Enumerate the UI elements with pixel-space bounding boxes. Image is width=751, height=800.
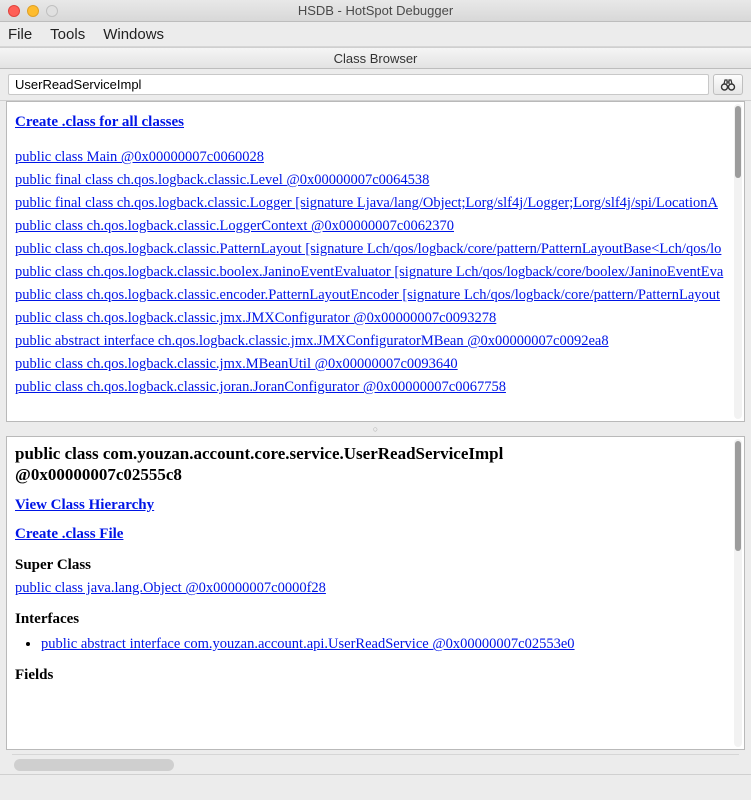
class-link[interactable]: public class Main @0x00000007c0060028 [15,149,264,165]
scrollbar-vertical[interactable] [734,439,742,747]
class-detail-pane[interactable]: public class com.youzan.account.core.ser… [6,436,745,750]
interface-list-item: public abstract interface com.youzan.acc… [41,636,719,653]
class-list-item: public class ch.qos.logback.classic.Patt… [15,241,745,258]
super-class-link[interactable]: public class java.lang.Object @0x0000000… [15,580,326,596]
menu-tools[interactable]: Tools [50,26,85,43]
class-link[interactable]: public class ch.qos.logback.classic.Logg… [15,218,454,234]
class-link[interactable]: public final class ch.qos.logback.classi… [15,195,718,211]
class-link[interactable]: public class ch.qos.logback.classic.enco… [15,287,720,303]
menu-file[interactable]: File [8,26,32,43]
fields-label: Fields [15,667,719,684]
close-icon[interactable] [8,5,20,17]
class-link[interactable]: public class ch.qos.logback.classic.jmx.… [15,310,496,326]
scrollbar-horizontal[interactable] [12,754,739,774]
class-list-item: public class ch.qos.logback.classic.jmx.… [15,310,745,327]
class-list-item: public abstract interface ch.qos.logback… [15,333,745,350]
interface-link[interactable]: public abstract interface com.youzan.acc… [41,636,575,652]
pane-divider[interactable]: ○ [6,426,745,432]
window-title: HSDB - HotSpot Debugger [298,3,453,18]
create-all-classes-link[interactable]: Create .class for all classes [15,114,184,130]
panel-title: Class Browser [0,47,751,69]
binoculars-icon [720,78,736,92]
class-address: @0x00000007c02555c8 [15,465,182,484]
status-bar [0,774,751,800]
class-link[interactable]: public class ch.qos.logback.classic.Patt… [15,241,721,257]
menu-windows[interactable]: Windows [103,26,164,43]
class-detail-heading: public class com.youzan.account.core.ser… [15,443,719,486]
class-list-item: public class ch.qos.logback.classic.Logg… [15,218,745,235]
search-input[interactable] [8,74,709,95]
interfaces-label: Interfaces [15,611,719,628]
class-fqn: public class com.youzan.account.core.ser… [15,444,503,463]
class-list-pane[interactable]: Create .class for all classes public cla… [6,101,745,422]
class-link[interactable]: public class ch.qos.logback.classic.jmx.… [15,356,458,372]
create-class-file-link[interactable]: Create .class File [15,526,123,542]
class-list-item: public class ch.qos.logback.classic.jmx.… [15,356,745,373]
class-link[interactable]: public class ch.qos.logback.classic.jora… [15,379,506,395]
maximize-icon[interactable] [46,5,58,17]
class-link[interactable]: public abstract interface ch.qos.logback… [15,333,609,349]
class-link[interactable]: public class ch.qos.logback.classic.bool… [15,264,723,280]
search-toolbar [0,69,751,101]
class-list-item: public class ch.qos.logback.classic.jora… [15,379,745,396]
search-button[interactable] [713,74,743,95]
window-controls [8,5,58,17]
class-list-item: public class Main @0x00000007c0060028 [15,149,745,166]
menubar: File Tools Windows [0,22,751,47]
class-list-item: public class ch.qos.logback.classic.enco… [15,287,745,304]
class-list-item: public final class ch.qos.logback.classi… [15,195,745,212]
window-titlebar: HSDB - HotSpot Debugger [0,0,751,22]
view-hierarchy-link[interactable]: View Class Hierarchy [15,497,154,513]
minimize-icon[interactable] [27,5,39,17]
scrollbar-vertical[interactable] [734,104,742,419]
class-list-item: public final class ch.qos.logback.classi… [15,172,745,189]
class-list-item: public class ch.qos.logback.classic.bool… [15,264,745,281]
class-link[interactable]: public final class ch.qos.logback.classi… [15,172,429,188]
super-class-label: Super Class [15,557,719,574]
